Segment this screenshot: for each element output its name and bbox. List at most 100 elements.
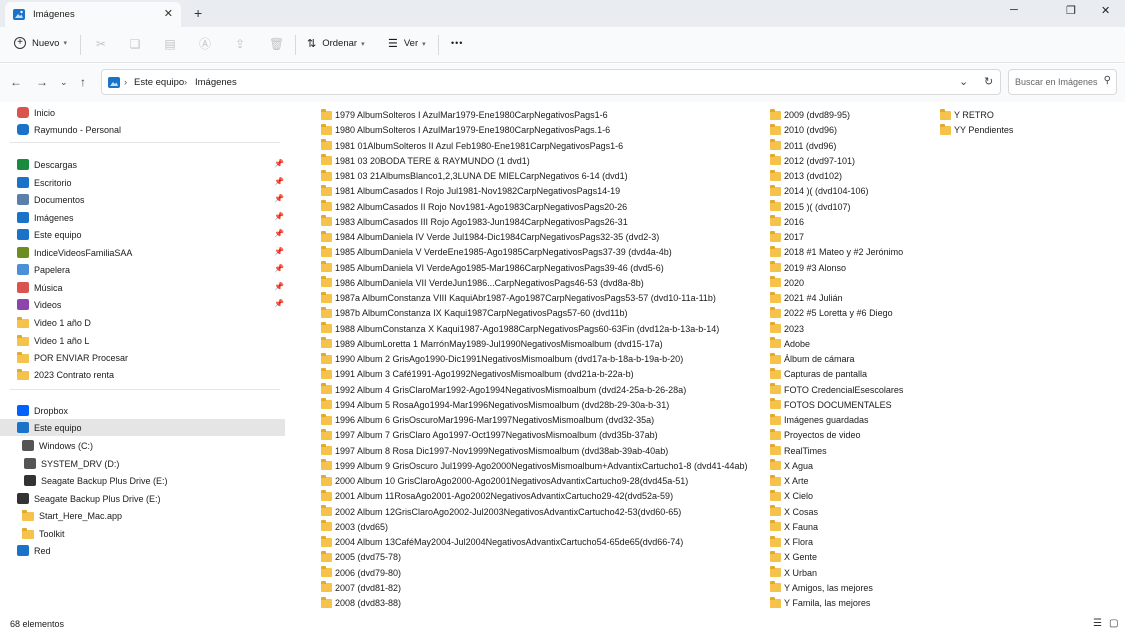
- folder-item[interactable]: X Cosas: [770, 505, 818, 519]
- sort-button[interactable]: ⇅ Ordenar ▾: [307, 37, 365, 50]
- sidebar-item-video-1-a-o-d[interactable]: Video 1 año D: [0, 314, 285, 331]
- sidebar-item-video-1-a-o-l[interactable]: Video 1 año L: [0, 332, 285, 349]
- folder-item[interactable]: 1987b AlbumConstanza IX Kaqui1987CarpNeg…: [321, 306, 628, 320]
- breadcrumb-imagenes[interactable]: Imágenes: [195, 77, 237, 88]
- folder-item[interactable]: 1990 Album 2 GrisAgo1990-Dic1991Negativo…: [321, 352, 683, 366]
- folder-item[interactable]: 1981 03 20BODA TERE & RAYMUNDO (1 dvd1): [321, 154, 530, 168]
- address-history-chevron-icon[interactable]: ⌄: [959, 75, 968, 88]
- share-icon[interactable]: ⇪: [233, 37, 247, 51]
- folder-item[interactable]: 2020: [770, 276, 804, 290]
- folder-item[interactable]: 1981 01AlbumSolteros II Azul Feb1980-Ene…: [321, 139, 623, 153]
- view-button[interactable]: ☰ Ver ▾: [388, 37, 426, 50]
- sidebar-item-este-equipo[interactable]: Este equipo 📌: [0, 226, 285, 243]
- folder-item[interactable]: 1984 AlbumDaniela IV Verde Jul1984-Dic19…: [321, 230, 659, 244]
- folder-item[interactable]: 1979 AlbumSolteros I AzulMar1979-Ene1980…: [321, 108, 608, 122]
- close-tab-icon[interactable]: ✕: [164, 7, 173, 20]
- folder-item[interactable]: 1997 Album 7 GrisClaro Ago1997-Oct1997Ne…: [321, 428, 658, 442]
- folder-item[interactable]: 2011 (dvd96): [770, 139, 836, 153]
- folder-item[interactable]: Álbum de cámara: [770, 352, 855, 366]
- back-arrow-icon[interactable]: ←: [10, 75, 22, 89]
- search-box[interactable]: Buscar en Imágenes ⚲: [1008, 69, 1117, 95]
- new-button[interactable]: + Nuevo ▾: [14, 37, 67, 49]
- forward-arrow-icon[interactable]: →: [36, 75, 48, 89]
- folder-item[interactable]: 1985 AlbumDaniela VI VerdeAgo1985-Mar198…: [321, 261, 664, 275]
- folder-item[interactable]: Y Amigos, las mejores: [770, 581, 873, 595]
- folder-item[interactable]: X Arte: [770, 474, 809, 488]
- sidebar-item-system-drv-d[interactable]: SYSTEM_DRV (D:): [0, 455, 285, 472]
- folder-item[interactable]: 2007 (dvd81-82): [321, 581, 401, 595]
- close-window-button[interactable]: ✕: [1101, 4, 1110, 17]
- sidebar-item-2023-contrato-renta[interactable]: 2023 Contrato renta: [0, 366, 285, 383]
- folder-item[interactable]: 2016: [770, 215, 804, 229]
- sidebar-item-documentos[interactable]: Documentos 📌: [0, 191, 285, 208]
- folder-item[interactable]: Imágenes guardadas: [770, 413, 869, 427]
- folder-item[interactable]: YY Pendientes: [940, 123, 1013, 137]
- sidebar-item-por-enviar-procesar[interactable]: POR ENVIAR Procesar: [0, 349, 285, 366]
- folder-item[interactable]: 2008 (dvd83-88): [321, 596, 401, 610]
- folder-item[interactable]: Adobe: [770, 337, 810, 351]
- folder-item[interactable]: 2023: [770, 322, 804, 336]
- details-view-icon[interactable]: ☰: [1093, 618, 1102, 629]
- folder-item[interactable]: 2010 (dvd96): [770, 123, 837, 137]
- folder-item[interactable]: 2003 (dvd65): [321, 520, 388, 534]
- sidebar-item-raymundo-personal[interactable]: Raymundo - Personal: [0, 121, 285, 138]
- up-arrow-icon[interactable]: ↑: [80, 75, 86, 89]
- folder-item[interactable]: 1982 AlbumCasados II Rojo Nov1981-Ago198…: [321, 200, 627, 214]
- folder-item[interactable]: X Agua: [770, 459, 813, 473]
- minimize-button[interactable]: ─: [1010, 4, 1018, 16]
- folder-item[interactable]: X Fauna: [770, 520, 818, 534]
- tab-imagenes[interactable]: Imágenes ✕: [5, 2, 181, 27]
- sidebar-item-toolkit[interactable]: Toolkit: [0, 525, 285, 542]
- folder-item[interactable]: 1985 AlbumDaniela V VerdeEne1985-Ago1985…: [321, 245, 672, 259]
- sidebar-item-escritorio[interactable]: Escritorio 📌: [0, 174, 285, 191]
- sidebar-item-m-sica[interactable]: Música 📌: [0, 279, 285, 296]
- folder-item[interactable]: Y Famila, las mejores: [770, 596, 870, 610]
- sidebar-item-videos[interactable]: Videos 📌: [0, 296, 285, 313]
- folder-item[interactable]: Capturas de pantalla: [770, 367, 867, 381]
- rename-icon[interactable]: Ⓐ: [198, 37, 212, 51]
- folder-item[interactable]: 2022 #5 Loretta y #6 Diego: [770, 306, 893, 320]
- folder-item[interactable]: 2006 (dvd79-80): [321, 566, 401, 580]
- folder-item[interactable]: 2015 )( (dvd107): [770, 200, 851, 214]
- folder-item[interactable]: X Flora: [770, 535, 813, 549]
- folder-item[interactable]: 2004 Album 13CaféMay2004-Jul2004Negativo…: [321, 535, 683, 549]
- cut-icon[interactable]: ✂: [94, 37, 108, 51]
- breadcrumb-este-equipo[interactable]: Este equipo: [134, 77, 184, 88]
- delete-icon[interactable]: 🗑: [269, 37, 284, 51]
- folder-item[interactable]: X Urban: [770, 566, 817, 580]
- folder-item[interactable]: 1981 AlbumCasados I Rojo Jul1981-Nov1982…: [321, 184, 620, 198]
- sidebar-item-este-equipo[interactable]: Este equipo: [0, 419, 285, 436]
- folder-item[interactable]: X Cielo: [770, 489, 813, 503]
- folder-item[interactable]: Proyectos de video: [770, 428, 861, 442]
- copy-icon[interactable]: ❏: [128, 37, 142, 51]
- maximize-button[interactable]: ❐: [1066, 4, 1076, 17]
- folder-item[interactable]: RealTimes: [770, 444, 827, 458]
- sidebar-item-seagate-backup-plus-drive-e[interactable]: Seagate Backup Plus Drive (E:): [0, 472, 285, 489]
- sidebar-item-im-genes[interactable]: Imágenes 📌: [0, 209, 285, 226]
- folder-item[interactable]: 1991 Album 3 Café1991-Ago1992NegativosMi…: [321, 367, 634, 381]
- sidebar-item-dropbox[interactable]: Dropbox: [0, 402, 285, 419]
- paste-icon[interactable]: ▤: [163, 37, 177, 51]
- sidebar-item-windows-c[interactable]: Windows (C:): [0, 437, 285, 454]
- tiles-view-icon[interactable]: ▢: [1109, 618, 1118, 629]
- folder-item[interactable]: 2002 Album 12GrisClaroAgo2002-Jul2003Neg…: [321, 505, 681, 519]
- folder-item[interactable]: 1980 AlbumSolteros I AzulMar1979-Ene1980…: [321, 123, 610, 137]
- folder-item[interactable]: 2013 (dvd102): [770, 169, 842, 183]
- sidebar-item-red[interactable]: Red: [0, 542, 285, 559]
- new-tab-button[interactable]: +: [194, 5, 202, 21]
- folder-item[interactable]: FOTO CredencialEsescolares: [770, 383, 903, 397]
- folder-item[interactable]: 1986 AlbumDaniela VII VerdeJun1986...Car…: [321, 276, 644, 290]
- folder-item[interactable]: 1994 Album 5 RosaAgo1994-Mar1996Negativo…: [321, 398, 669, 412]
- folder-item[interactable]: 1992 Album 4 GrisClaroMar1992-Ago1994Neg…: [321, 383, 686, 397]
- folder-item[interactable]: 2019 #3 Alonso: [770, 261, 846, 275]
- folder-item[interactable]: 1987a AlbumConstanza VIII KaquiAbr1987-A…: [321, 291, 716, 305]
- folder-item[interactable]: 2014 )( (dvd104-106): [770, 184, 869, 198]
- folder-item[interactable]: 2018 #1 Mateo y #2 Jerónimo: [770, 245, 903, 259]
- address-bar[interactable]: › Este equipo › Imágenes ⌄ ↻: [101, 69, 1001, 95]
- folder-item[interactable]: 1996 Album 6 GrisOscuroMar1996-Mar1997Ne…: [321, 413, 654, 427]
- sidebar-item-start-here-mac-app[interactable]: Start_Here_Mac.app: [0, 507, 285, 524]
- folder-item[interactable]: 2000 Album 10 GrisClaroAgo2000-Ago2001Ne…: [321, 474, 688, 488]
- folder-item[interactable]: 2005 (dvd75-78): [321, 550, 401, 564]
- folder-item[interactable]: 2012 (dvd97-101): [770, 154, 855, 168]
- sidebar-item-seagate-backup-plus-drive-e[interactable]: Seagate Backup Plus Drive (E:): [0, 490, 285, 507]
